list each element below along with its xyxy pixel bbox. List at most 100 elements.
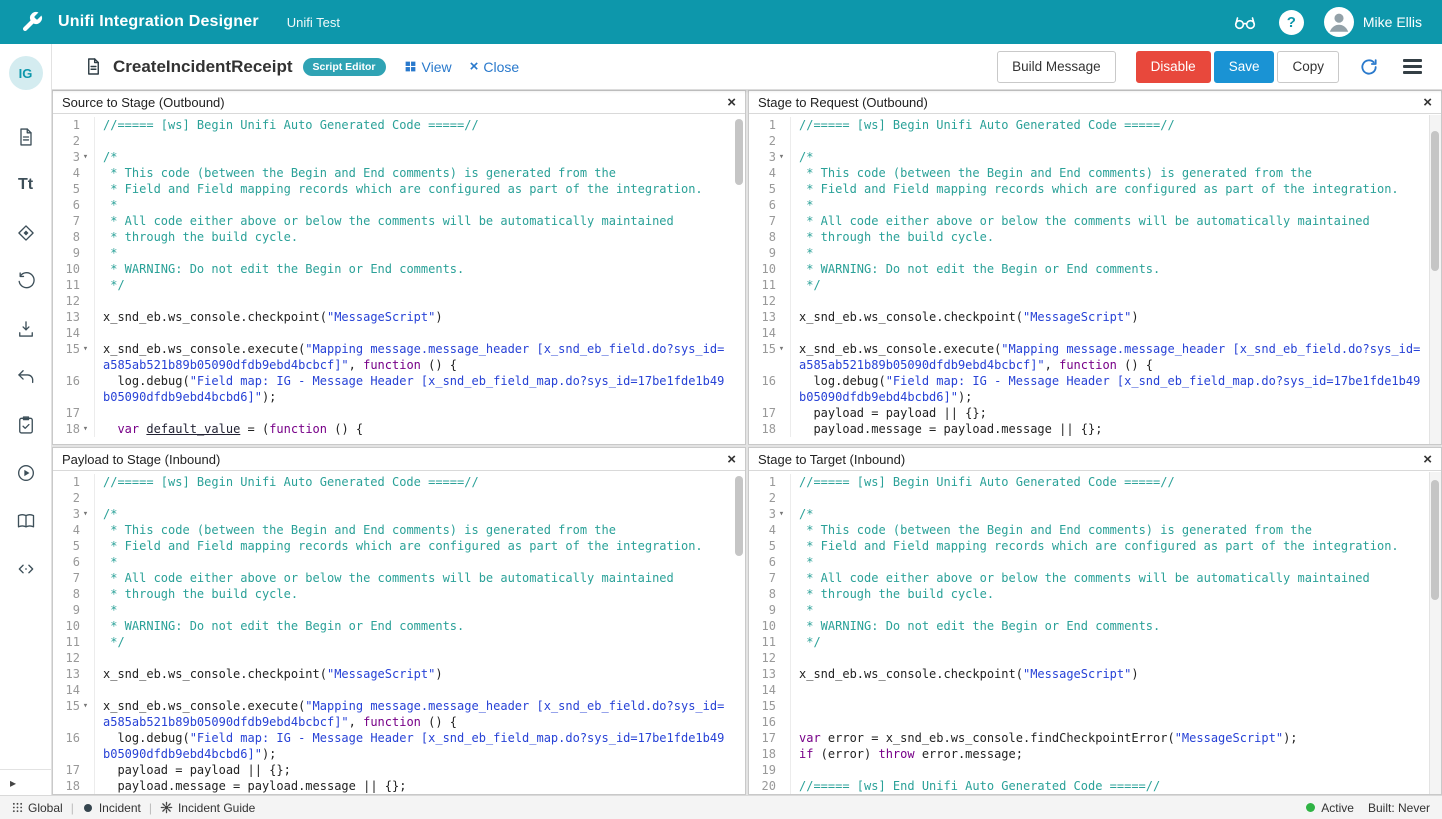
- line-gutter[interactable]: 15▾: [749, 341, 791, 373]
- waffle-grid-icon: [12, 802, 23, 813]
- code-line: 2: [53, 490, 745, 506]
- line-gutter: 1: [53, 474, 95, 490]
- copy-button[interactable]: Copy: [1277, 51, 1339, 83]
- scrollbar-thumb[interactable]: [1431, 480, 1439, 600]
- disable-button[interactable]: Disable: [1136, 51, 1211, 83]
- line-gutter: 17: [53, 762, 95, 778]
- line-gutter[interactable]: 3▾: [749, 149, 791, 165]
- line-gutter: 5: [53, 538, 95, 554]
- code-line: 17 payload = payload || {};: [53, 762, 745, 778]
- fold-toggle-icon: ▾: [776, 149, 787, 165]
- scrollbar-thumb[interactable]: [735, 119, 743, 185]
- text-style-icon[interactable]: Tt: [15, 174, 37, 196]
- code-line: 10 * WARNING: Do not edit the Begin or E…: [53, 261, 745, 277]
- panel-stage-to-request: Stage to Request (Outbound) × 1//===== […: [748, 90, 1442, 445]
- code-line: 18if (error) throw error.message;: [749, 746, 1441, 762]
- line-gutter[interactable]: 18▾: [53, 421, 95, 437]
- line-gutter: 6: [53, 554, 95, 570]
- user-name: Mike Ellis: [1363, 14, 1422, 30]
- fold-toggle-icon: ▾: [80, 698, 91, 714]
- code-line: 19: [749, 762, 1441, 778]
- document-icon: [84, 57, 103, 76]
- field-map-icon[interactable]: [15, 222, 37, 244]
- line-gutter[interactable]: 15▾: [53, 698, 95, 730]
- scrollbar-thumb[interactable]: [1431, 131, 1439, 271]
- code-line: 11 */: [749, 634, 1441, 650]
- line-gutter: 19: [749, 762, 791, 778]
- line-gutter: 5: [749, 538, 791, 554]
- panel-close-icon[interactable]: ×: [727, 452, 736, 467]
- code-line: 5 * Field and Field mapping records whic…: [53, 538, 745, 554]
- code-editor[interactable]: 1//===== [ws] Begin Unifi Auto Generated…: [53, 114, 745, 444]
- code-line: 5 * Field and Field mapping records whic…: [749, 538, 1441, 554]
- panel-close-icon[interactable]: ×: [727, 95, 736, 110]
- app-selector[interactable]: Incident: [82, 801, 141, 815]
- code-line: 15: [749, 698, 1441, 714]
- code-line: 10 * WARNING: Do not edit the Begin or E…: [749, 618, 1441, 634]
- docs-book-icon[interactable]: [15, 510, 37, 532]
- line-gutter: 8: [749, 586, 791, 602]
- sidebar-collapse-toggle[interactable]: ▸: [0, 769, 51, 795]
- export-download-icon[interactable]: [15, 318, 37, 340]
- code-line: 6 *: [53, 197, 745, 213]
- code-line: 15▾x_snd_eb.ws_console.execute("Mapping …: [749, 341, 1441, 373]
- history-icon[interactable]: [15, 270, 37, 292]
- line-gutter: 15: [749, 698, 791, 714]
- close-button[interactable]: × Close: [470, 58, 520, 75]
- scope-selector[interactable]: Global: [12, 801, 63, 815]
- save-button[interactable]: Save: [1214, 51, 1275, 83]
- panel-close-icon[interactable]: ×: [1423, 452, 1432, 467]
- line-gutter: 9: [53, 602, 95, 618]
- code-line: 18 payload.message = payload.message || …: [53, 778, 745, 794]
- panel-title: Stage to Target (Inbound): [758, 452, 905, 467]
- code-editor[interactable]: 1//===== [ws] Begin Unifi Auto Generated…: [53, 471, 745, 794]
- close-x-icon: ×: [470, 58, 479, 75]
- tasks-checklist-icon[interactable]: [15, 414, 37, 436]
- build-message-button[interactable]: Build Message: [997, 51, 1116, 83]
- code-line: 16 log.debug("Field map: IG - Message He…: [749, 373, 1441, 405]
- help-icon[interactable]: ?: [1279, 10, 1304, 35]
- scrollbar-thumb[interactable]: [735, 476, 743, 556]
- line-gutter: 13: [53, 309, 95, 325]
- line-gutter[interactable]: 15▾: [53, 341, 95, 373]
- workspace-badge[interactable]: IG: [9, 56, 43, 90]
- code-line: 13x_snd_eb.ws_console.checkpoint("Messag…: [749, 309, 1441, 325]
- code-line: 2: [749, 133, 1441, 149]
- line-gutter[interactable]: 3▾: [53, 149, 95, 165]
- wrench-logo-icon[interactable]: [20, 10, 44, 34]
- line-gutter[interactable]: 3▾: [53, 506, 95, 522]
- code-line: 20//===== [ws] End Unifi Auto Generated …: [749, 778, 1441, 794]
- code-line: 1//===== [ws] Begin Unifi Auto Generated…: [749, 117, 1441, 133]
- fold-toggle-icon: ▾: [776, 341, 787, 357]
- menu-icon[interactable]: [1399, 55, 1426, 78]
- line-gutter: 17: [749, 405, 791, 421]
- top-navbar: Unifi Integration Designer Unifi Test ? …: [0, 0, 1442, 44]
- view-button[interactable]: View: [404, 59, 452, 75]
- line-gutter: 8: [53, 229, 95, 245]
- refresh-icon[interactable]: [1359, 57, 1379, 77]
- code-line: 7 * All code either above or below the c…: [53, 213, 745, 229]
- undo-icon[interactable]: [15, 366, 37, 388]
- environment-label[interactable]: Unifi Test: [287, 15, 340, 30]
- code-line: 7 * All code either above or below the c…: [749, 570, 1441, 586]
- code-icon[interactable]: [15, 558, 37, 580]
- line-gutter[interactable]: 3▾: [749, 506, 791, 522]
- process-selector[interactable]: Incident Guide: [160, 801, 255, 815]
- code-editor[interactable]: 1//===== [ws] Begin Unifi Auto Generated…: [749, 114, 1441, 444]
- panel-close-icon[interactable]: ×: [1423, 95, 1432, 110]
- line-gutter: 4: [53, 522, 95, 538]
- code-line: 3▾/*: [53, 506, 745, 522]
- document-icon[interactable]: [15, 126, 37, 148]
- code-editor[interactable]: 1//===== [ws] Begin Unifi Auto Generated…: [749, 471, 1441, 794]
- status-label: Active: [1321, 801, 1354, 815]
- page-title: CreateIncidentReceipt: [113, 57, 293, 77]
- glasses-icon[interactable]: [1231, 10, 1259, 34]
- line-gutter: 1: [749, 474, 791, 490]
- code-line: 8 * through the build cycle.: [53, 229, 745, 245]
- line-gutter: 20: [749, 778, 791, 794]
- user-menu[interactable]: Mike Ellis: [1324, 7, 1422, 37]
- line-gutter: 1: [749, 117, 791, 133]
- run-play-icon[interactable]: [15, 462, 37, 484]
- panel-title: Stage to Request (Outbound): [758, 95, 928, 110]
- line-gutter: 17: [53, 405, 95, 421]
